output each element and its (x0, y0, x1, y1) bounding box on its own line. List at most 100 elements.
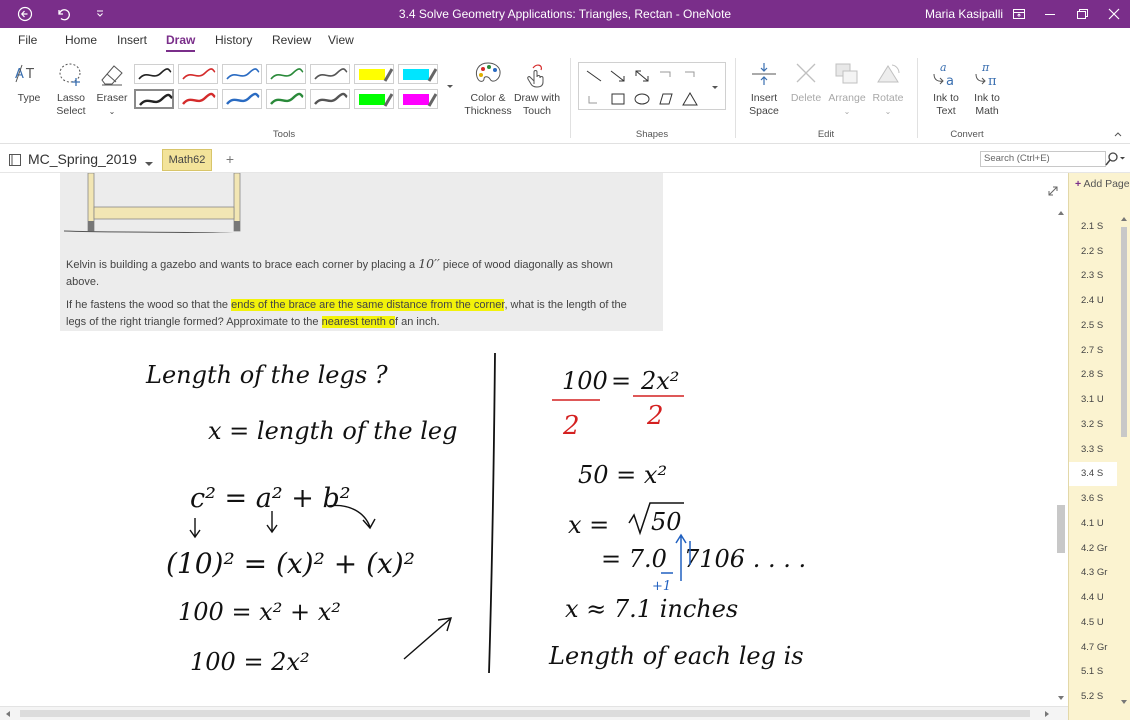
search-icon[interactable] (1103, 150, 1127, 168)
page-item[interactable]: 4.1 U (1069, 512, 1117, 536)
ellipse-shape-icon[interactable] (633, 90, 651, 108)
eraser-button[interactable]: Eraser ⌄ (94, 60, 130, 118)
lasso-select-button[interactable]: Lasso Select (52, 60, 90, 118)
pen-gallery-more-icon[interactable] (444, 80, 456, 92)
triangle-shape-icon[interactable] (681, 90, 699, 108)
parallelogram-shape-icon[interactable] (657, 90, 675, 108)
notebook-name[interactable]: MC_Spring_2019 (28, 151, 137, 167)
pen-gray-thick[interactable] (310, 89, 350, 109)
page-item[interactable]: 4.4 U (1069, 586, 1117, 610)
ink-to-text-label: Ink to (933, 92, 959, 104)
page-item[interactable]: 3.6 S (1069, 487, 1117, 511)
page-item[interactable]: 2.2 S (1069, 240, 1117, 264)
collapse-ribbon-icon[interactable] (1112, 128, 1124, 140)
ribbon-display-options-icon[interactable] (1010, 0, 1028, 28)
page-item[interactable]: 2.5 S (1069, 314, 1117, 338)
horizontal-scrollbar[interactable] (0, 706, 1068, 720)
pen-gray-thin[interactable] (310, 64, 350, 84)
line-shape-icon[interactable] (585, 67, 603, 85)
ink-fifty: 50 = x² (578, 461, 667, 489)
pen-black-thin[interactable] (134, 64, 174, 84)
corner-shape-icon[interactable] (681, 67, 699, 85)
page-item[interactable]: 3.2 S (1069, 413, 1117, 437)
pen-blue-thick[interactable] (222, 89, 262, 109)
ink-to-math-button[interactable]: ππ Ink to Math (966, 60, 1008, 118)
page-item-active[interactable]: 3.4 S (1069, 462, 1117, 486)
ink-equals: = (611, 367, 631, 395)
insert-space-button[interactable]: Insert Space (744, 60, 784, 118)
section-tab-math62[interactable]: Math62 (162, 149, 212, 171)
tab-file[interactable]: File (18, 33, 37, 47)
add-page-button[interactable]: + Add Page (1075, 178, 1130, 190)
close-icon[interactable] (1104, 0, 1124, 28)
arrange-label: Arrange (828, 92, 866, 104)
svg-text:π: π (988, 74, 997, 88)
corner-left-shape-icon[interactable] (585, 90, 603, 108)
pen-red-thick[interactable] (178, 89, 218, 109)
minimize-icon[interactable] (1040, 0, 1060, 28)
page-item[interactable]: 3.1 U (1069, 388, 1117, 412)
page-item[interactable]: 2.7 S (1069, 339, 1117, 363)
page-item[interactable]: 5.1 S (1069, 660, 1117, 684)
highlighter-cyan[interactable] (398, 64, 438, 84)
highlighter-yellow[interactable] (354, 64, 394, 84)
lasso-icon (59, 63, 81, 86)
tab-view[interactable]: View (328, 33, 354, 47)
ink-to-math-icon: ππ (975, 61, 997, 89)
ink-result: x ≈ 7.1 inches (565, 595, 738, 623)
highlighter-green[interactable] (354, 89, 394, 109)
tab-review[interactable]: Review (272, 33, 311, 47)
restore-icon[interactable] (1072, 0, 1092, 28)
highlighter-magenta[interactable] (398, 89, 438, 109)
tab-insert[interactable]: Insert (117, 33, 147, 47)
tab-home[interactable]: Home (65, 33, 97, 47)
back-icon[interactable] (14, 0, 36, 28)
page-item[interactable]: 2.4 U (1069, 289, 1117, 313)
search-input[interactable]: Search (Ctrl+E) (980, 151, 1106, 167)
shapes-more-icon[interactable] (709, 81, 721, 93)
tab-history[interactable]: History (215, 33, 252, 47)
page-item[interactable]: 4.2 Gr (1069, 537, 1117, 561)
undo-icon[interactable] (52, 0, 74, 28)
pen-blue-thin[interactable] (222, 64, 262, 84)
ink-fraction-bars (552, 395, 684, 401)
ink-pythagoras: c² = a² + b² (190, 483, 351, 514)
expand-icon[interactable] (1046, 184, 1060, 198)
page-item[interactable]: 2.3 S (1069, 264, 1117, 288)
vertical-scrollbar[interactable] (1054, 205, 1068, 706)
notebook-dropdown-icon[interactable] (144, 156, 154, 166)
double-arrow-shape-icon[interactable] (633, 67, 651, 85)
page-canvas[interactable]: Kelvin is building a gazebo and wants to… (0, 173, 1068, 706)
pen-black-thick-selected[interactable] (134, 89, 174, 109)
color-thickness-button[interactable]: Color & Thickness (464, 60, 512, 118)
user-name[interactable]: Maria Kasipalli (925, 0, 1003, 28)
page-item[interactable]: 4.7 Gr (1069, 636, 1117, 660)
rectangle-shape-icon[interactable] (609, 90, 627, 108)
add-section-button[interactable]: + (220, 151, 240, 169)
page-item[interactable]: 4.5 U (1069, 611, 1117, 635)
page-item[interactable]: 2.1 S (1069, 215, 1117, 239)
draw-with-touch-button[interactable]: Draw with Touch (512, 60, 562, 118)
arrange-button[interactable]: Arrange ⌄ (826, 60, 868, 118)
pen-green-thick[interactable] (266, 89, 306, 109)
bracket-shape-icon[interactable] (657, 67, 675, 85)
ink-to-text-button[interactable]: aa Ink to Text (926, 60, 966, 118)
page-item[interactable]: 5.2 S (1069, 685, 1117, 709)
pen-green-thin[interactable] (266, 64, 306, 84)
quick-access-dropdown-icon[interactable] (92, 0, 108, 28)
notebook-icon[interactable] (8, 153, 22, 167)
type-button[interactable]: AT Type (12, 60, 46, 105)
ribbon-separator (917, 58, 918, 138)
page-item[interactable]: 3.3 S (1069, 438, 1117, 462)
page-item[interactable]: 4.3 Gr (1069, 561, 1117, 585)
pen-red-thin[interactable] (178, 64, 218, 84)
rotate-button[interactable]: Rotate ⌄ (868, 60, 908, 118)
delete-button[interactable]: Delete (786, 60, 826, 105)
ribbon-separator (735, 58, 736, 138)
page-item[interactable]: 2.8 S (1069, 363, 1117, 387)
svg-text:a: a (946, 74, 954, 88)
tab-draw[interactable]: Draw (166, 33, 196, 52)
page-list-scrollbar[interactable] (1118, 213, 1130, 708)
arrow-shape-icon[interactable] (609, 67, 627, 85)
type-label: Type (17, 92, 41, 104)
